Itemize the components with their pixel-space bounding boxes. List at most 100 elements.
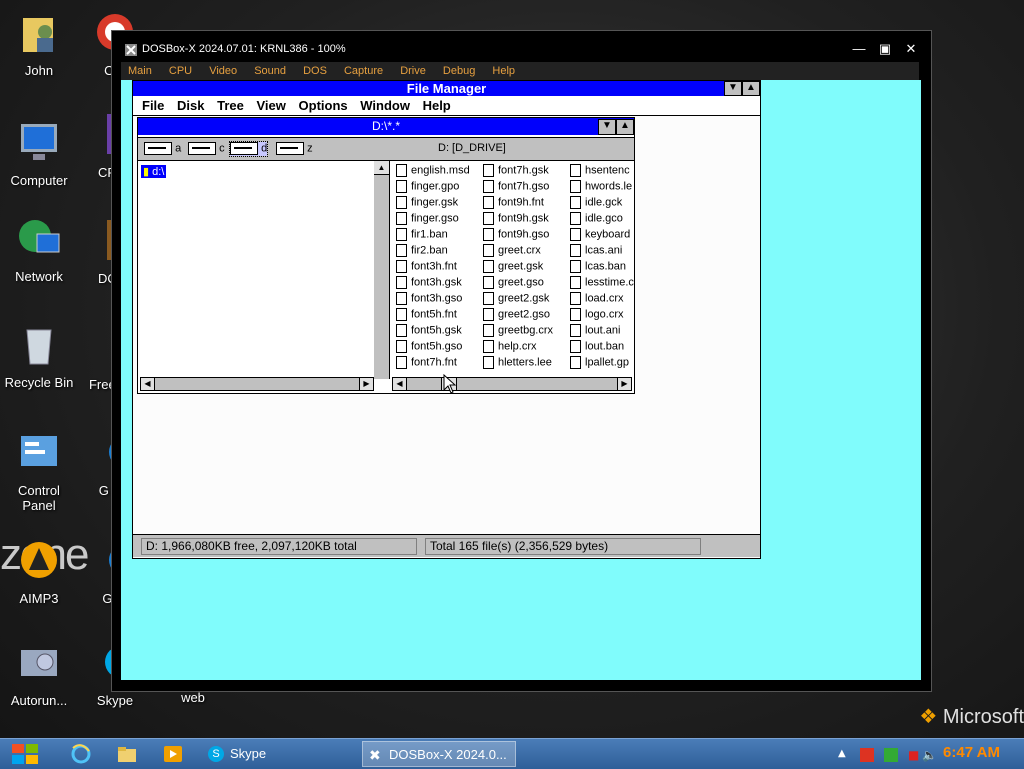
fm-menu-help[interactable]: Help [423, 98, 451, 113]
file-item[interactable]: load.crx [570, 292, 634, 308]
file-item[interactable]: font9h.gsk [483, 212, 569, 228]
taskbar-clock[interactable]: 6:47 AM [943, 744, 1000, 761]
display-tray-icon[interactable]: ■ [908, 748, 922, 762]
file-item[interactable]: lpallet.gp [570, 356, 634, 372]
scroll-right-arrow[interactable]: ▶ [617, 378, 631, 390]
explorer-folder-icon[interactable] [116, 743, 138, 765]
desktop-icon-control-panel[interactable]: Control Panel [0, 428, 78, 513]
file-item[interactable]: font3h.fnt [396, 260, 482, 276]
directory-window[interactable]: ▬ D:\*.* ▼ ▲ a c d z D: [D_DRIVE] ▮ d:\ [137, 117, 635, 394]
menu-capture[interactable]: Capture [344, 65, 383, 77]
file-item[interactable]: help.crx [483, 340, 569, 356]
scroll-right-arrow[interactable]: ▶ [359, 378, 373, 390]
file-item[interactable]: hwords.le [570, 180, 634, 196]
file-item[interactable]: font9h.gso [483, 228, 569, 244]
files-horizontal-scrollbar[interactable]: ◀ ▶ [392, 377, 632, 391]
file-item[interactable]: hsentenc [570, 164, 634, 180]
directory-tree[interactable]: ▮ d:\ [138, 161, 375, 379]
file-item[interactable]: font7h.gsk [483, 164, 569, 180]
close-button[interactable]: ✕ [901, 41, 921, 57]
tree-horizontal-scrollbar[interactable]: ◀ ▶ [140, 377, 374, 391]
fm-menu-tree[interactable]: Tree [217, 98, 244, 113]
file-item[interactable]: idle.gco [570, 212, 634, 228]
file-item[interactable]: font7h.fnt [396, 356, 482, 372]
desktop-icon-network[interactable]: Network [0, 214, 78, 284]
file-item[interactable]: english.msd [396, 164, 482, 180]
file-manager-window[interactable]: ▬ File Manager ▼ ▲ File Disk Tree View O… [132, 80, 761, 559]
desktop-icon-john[interactable]: John [0, 8, 78, 78]
tree-vertical-scrollbar[interactable]: ▲ [374, 161, 390, 379]
file-item[interactable]: font9h.fnt [483, 196, 569, 212]
desktop-icon-aimp3[interactable]: AIMP3 [0, 536, 78, 606]
media-player-icon[interactable] [162, 743, 184, 765]
file-item[interactable]: greet.gso [483, 276, 569, 292]
file-list[interactable]: english.msd finger.gpo finger.gsk finger.gs… [396, 161, 634, 375]
dos-screen[interactable]: ▬ File Manager ▼ ▲ File Disk Tree View O… [121, 80, 921, 680]
file-item[interactable]: greet2.gsk [483, 292, 569, 308]
show-hidden-icons-button[interactable]: ▲ [838, 748, 852, 762]
internet-explorer-icon[interactable] [70, 743, 92, 765]
fm-menu-window[interactable]: Window [360, 98, 410, 113]
dosbox-titlebar[interactable]: DOSBox-X 2024.07.01: KRNL386 - 100% — ▣ … [112, 39, 931, 61]
tree-item-root[interactable]: ▮ d:\ [141, 165, 167, 178]
dir-minimize-button[interactable]: ▼ [598, 119, 616, 135]
file-item[interactable]: lcas.ani [570, 244, 634, 260]
file-item[interactable]: idle.gck [570, 196, 634, 212]
menu-debug[interactable]: Debug [443, 65, 475, 77]
drive-c-button[interactable]: c [188, 142, 225, 156]
file-item[interactable]: fir2.ban [396, 244, 482, 260]
desktop-icon-recycle-bin[interactable]: Recycle Bin [0, 320, 78, 390]
start-button-windows-icon[interactable] [8, 741, 42, 767]
fm-maximize-button[interactable]: ▲ [742, 81, 760, 96]
maximize-button[interactable]: ▣ [875, 41, 895, 57]
desktop-icon-computer[interactable]: Computer [0, 118, 78, 188]
scroll-left-arrow[interactable]: ◀ [141, 378, 155, 390]
file-item[interactable]: finger.gpo [396, 180, 482, 196]
menu-help[interactable]: Help [492, 65, 515, 77]
fm-menu-view[interactable]: View [257, 98, 286, 113]
fm-menu-options[interactable]: Options [299, 98, 348, 113]
file-item[interactable]: font5h.gsk [396, 324, 482, 340]
dir-window-title[interactable]: D:\*.* [138, 118, 634, 135]
volume-icon[interactable]: 🔈 [922, 748, 937, 762]
file-item[interactable]: greet2.gso [483, 308, 569, 324]
menu-drive[interactable]: Drive [400, 65, 426, 77]
file-item[interactable]: font5h.fnt [396, 308, 482, 324]
file-item[interactable]: finger.gsk [396, 196, 482, 212]
file-item[interactable]: logo.crx [570, 308, 634, 324]
file-item[interactable]: greet.gsk [483, 260, 569, 276]
file-item[interactable]: lcas.ban [570, 260, 634, 276]
file-item[interactable]: greetbg.crx [483, 324, 569, 340]
taskbar-item-dosbox[interactable]: ✖ DOSBox-X 2024.0... [362, 741, 516, 767]
drive-a-button[interactable]: a [144, 142, 181, 156]
file-item[interactable]: font5h.gso [396, 340, 482, 356]
file-item[interactable]: hletters.lee [483, 356, 569, 372]
fm-menu-disk[interactable]: Disk [177, 98, 204, 113]
file-item[interactable]: greet.crx [483, 244, 569, 260]
fm-menu-file[interactable]: File [142, 98, 164, 113]
file-item[interactable]: lesstime.c [570, 276, 634, 292]
dosbox-window[interactable]: DOSBox-X 2024.07.01: KRNL386 - 100% — ▣ … [111, 30, 932, 692]
file-item[interactable]: lout.ani [570, 324, 634, 340]
menu-cpu[interactable]: CPU [169, 65, 192, 77]
menu-video[interactable]: Video [209, 65, 237, 77]
file-item[interactable]: fir1.ban [396, 228, 482, 244]
file-item[interactable]: lout.ban [570, 340, 634, 356]
drive-z-button[interactable]: z [276, 142, 313, 156]
menu-dos[interactable]: DOS [303, 65, 327, 77]
desktop-icon-autorun[interactable]: Autorun... [0, 638, 78, 708]
fm-title[interactable]: File Manager [133, 81, 760, 96]
file-item[interactable]: font3h.gso [396, 292, 482, 308]
menu-sound[interactable]: Sound [254, 65, 286, 77]
file-item[interactable]: finger.gso [396, 212, 482, 228]
file-item[interactable]: font3h.gsk [396, 276, 482, 292]
network-tray-icon[interactable] [884, 748, 898, 762]
menu-main[interactable]: Main [128, 65, 152, 77]
action-center-flag-icon[interactable] [860, 748, 874, 762]
drive-d-button[interactable]: d [228, 141, 269, 157]
file-item[interactable]: keyboard [570, 228, 634, 244]
scroll-left-arrow[interactable]: ◀ [393, 378, 407, 390]
fm-minimize-button[interactable]: ▼ [724, 81, 742, 96]
minimize-button[interactable]: — [849, 41, 869, 57]
scroll-up-arrow[interactable]: ▲ [374, 161, 389, 175]
